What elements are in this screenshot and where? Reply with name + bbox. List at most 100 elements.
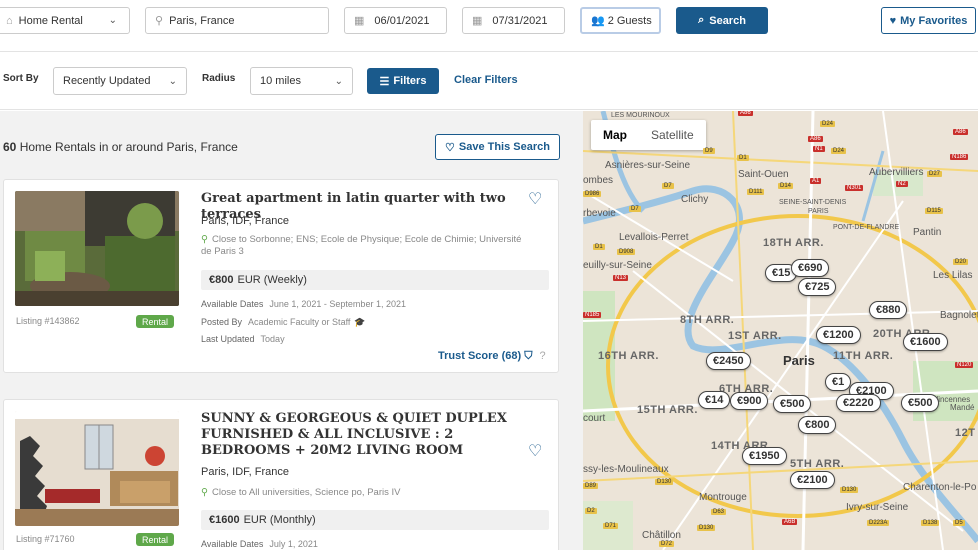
start-date-input[interactable]: ▦ 06/01/2021: [344, 7, 447, 34]
road-shield: D138: [921, 520, 940, 526]
map-label: 12T: [955, 427, 976, 439]
map-label: 1ST ARR.: [728, 330, 782, 342]
map-label: Charenton-le-Po: [903, 482, 977, 493]
road-shield: D986: [583, 191, 602, 197]
road-shield: D89: [583, 483, 599, 489]
listing-price-amount: €800: [209, 274, 234, 286]
favorite-heart-icon[interactable]: ♡: [528, 441, 542, 461]
road-shield: D115: [925, 208, 943, 214]
listing-nearby-text: Close to Sorbonne; ENS; Ecole de Physiqu…: [201, 234, 522, 257]
map-label: court: [583, 413, 606, 424]
price-pin[interactable]: €690: [791, 259, 830, 277]
rental-type-value: Home Rental: [18, 14, 83, 27]
price-pin[interactable]: €900: [730, 392, 769, 410]
rental-badge: Rental: [136, 315, 174, 328]
price-pin[interactable]: €1950: [742, 447, 787, 465]
home-icon: ⌂: [6, 14, 13, 27]
last-updated-value: Today: [260, 334, 285, 344]
sort-by-select[interactable]: Recently Updated ⌄: [53, 67, 187, 95]
listing-photo[interactable]: [15, 191, 179, 306]
listing-photo[interactable]: [15, 411, 179, 526]
rental-type-select[interactable]: ⌂ Home Rental ⌄: [0, 7, 130, 34]
price-pin[interactable]: €1600: [903, 333, 948, 351]
road-shield: D7: [662, 183, 674, 189]
terrace-photo: [15, 191, 179, 306]
trust-score-text: Trust Score (68): [438, 350, 522, 362]
price-pin[interactable]: €1200: [816, 326, 861, 344]
available-dates: Available Dates June 1, 2021 - September …: [201, 299, 406, 309]
users-icon: 👥: [591, 15, 605, 27]
price-pin[interactable]: €500: [901, 394, 940, 412]
search-bar: ⌂ Home Rental ⌄ ⚲ Paris, France ▦ 06/01/…: [0, 0, 978, 52]
listing-price: €1600 EUR (Monthly): [201, 510, 549, 530]
map-label: 18TH ARR.: [763, 237, 824, 249]
search-button-label: Search: [709, 14, 746, 27]
listing-card[interactable]: Listing #143862 Rental Great apartment i…: [3, 179, 559, 373]
price-pin[interactable]: €2450: [706, 352, 751, 370]
favorite-heart-icon[interactable]: ♡: [528, 189, 542, 209]
road-shield: D130: [655, 479, 674, 485]
location-input[interactable]: ⚲ Paris, France: [145, 7, 329, 34]
price-pin[interactable]: €14: [698, 391, 731, 409]
price-pin[interactable]: €2100: [790, 471, 835, 489]
map-label: euilly-sur-Seine: [583, 260, 652, 271]
map-label: LES MOURINOUX: [611, 112, 670, 119]
results-map[interactable]: Map Satellite A86 A86 N1 D24 D24 A86 N18…: [583, 111, 978, 550]
road-shield: D71: [603, 523, 619, 529]
road-shield: A86: [953, 129, 968, 135]
chevron-down-icon: ⌄: [108, 15, 117, 26]
available-dates: Available Dates July 1, 2021: [201, 539, 318, 549]
road-shield: A6B: [782, 519, 798, 525]
graduation-cap-icon: 🎓: [354, 317, 366, 327]
listing-nearby-text: Close to All universities, Science po, P…: [211, 487, 401, 498]
clear-filters-link[interactable]: Clear Filters: [454, 74, 518, 86]
results-count-number: 60: [3, 140, 17, 154]
map-label: Aubervilliers: [869, 167, 924, 178]
listing-location: Paris, IDF, France: [201, 466, 290, 478]
search-button[interactable]: ⌕ Search: [676, 7, 768, 34]
map-label: PONT-DE-FLANDRE: [833, 224, 900, 231]
listing-price-unit: EUR (Weekly): [237, 274, 307, 286]
results-count: 60 Home Rentals in or around Paris, Fran…: [3, 140, 238, 154]
price-pin[interactable]: €800: [798, 416, 837, 434]
listing-id: Listing #71760: [16, 534, 75, 544]
map-type-satellite[interactable]: Satellite: [639, 120, 706, 150]
listing-card[interactable]: Listing #71760 Rental SUNNY & GEORGEOUS …: [3, 399, 559, 550]
listing-title[interactable]: SUNNY & GEORGEOUS & QUIET DUPLEX FURNISH…: [201, 411, 521, 459]
map-label: Mandé: [950, 403, 975, 412]
price-pin[interactable]: €725: [798, 278, 837, 296]
trust-score[interactable]: Trust Score (68) ⛉ ?: [438, 350, 546, 363]
start-date-value: 06/01/2021: [374, 14, 430, 27]
available-dates-value: June 1, 2021 - September 1, 2021: [269, 299, 406, 309]
map-label: 11TH ARR.: [833, 350, 894, 362]
road-shield: D1: [737, 155, 749, 161]
available-dates-label: Available Dates: [201, 299, 264, 309]
price-pin[interactable]: €500: [773, 395, 812, 413]
price-pin[interactable]: €1: [825, 373, 852, 391]
map-label: Châtillon: [642, 530, 681, 541]
calendar-icon: ▦: [472, 15, 483, 27]
my-favorites-button[interactable]: ♥ My Favorites: [881, 7, 976, 34]
filter-bar: Sort By Recently Updated ⌄ Radius 10 mil…: [0, 52, 978, 110]
calendar-icon: ▦: [354, 15, 365, 27]
price-pin[interactable]: €2220: [836, 394, 881, 412]
radius-select[interactable]: 10 miles ⌄: [250, 67, 353, 95]
end-date-input[interactable]: ▦ 07/31/2021: [462, 7, 565, 34]
map-city-label: Paris: [783, 353, 815, 368]
guests-input[interactable]: 👥 2 Guests: [580, 7, 661, 34]
end-date-value: 07/31/2021: [492, 14, 548, 27]
road-shield: N1: [813, 146, 825, 152]
map-label: SEINE-SAINT-DENIS: [779, 199, 847, 206]
price-pin[interactable]: €880: [869, 301, 908, 319]
map-type-map[interactable]: Map: [591, 120, 639, 150]
map-label: Asnières-sur-Seine: [605, 160, 691, 171]
road-shield: D908: [617, 249, 636, 255]
filters-button[interactable]: ☰ Filters: [367, 68, 439, 94]
road-shield: A86: [738, 111, 753, 116]
posted-by-value: Academic Faculty or Staff: [248, 317, 351, 327]
road-shield: D130: [697, 525, 716, 531]
save-search-button[interactable]: ♡ Save This Search: [435, 134, 560, 160]
help-icon[interactable]: ?: [540, 350, 546, 362]
chevron-down-icon: ⌄: [334, 75, 343, 87]
location-value: Paris, France: [169, 14, 235, 27]
